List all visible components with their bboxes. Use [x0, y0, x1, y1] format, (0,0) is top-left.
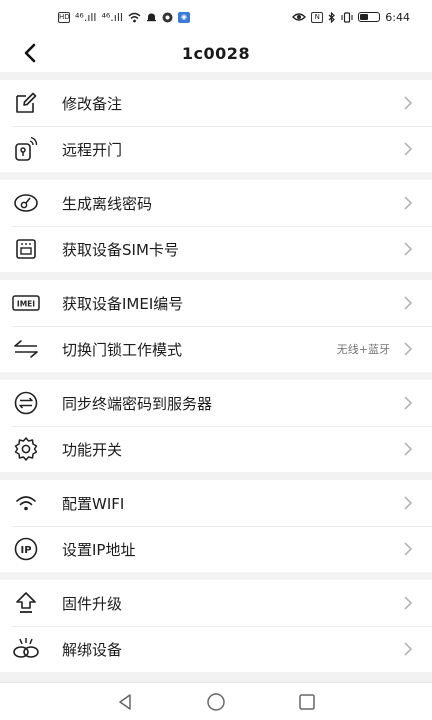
menu-item-label: 修改备注 [62, 94, 123, 113]
offline-password-item[interactable]: 生成离线密码 [0, 180, 432, 226]
chevron-right-icon [404, 96, 413, 110]
system-navigation-bar [0, 682, 432, 720]
cell-signal-1: ⁴⁶.ıll [75, 10, 97, 24]
status-bar-left: HD ⁴⁶.ıll ⁴⁶.ıll ◉ [58, 11, 190, 24]
nav-back-button[interactable] [113, 690, 137, 714]
menu-item-label: 获取设备IMEI编号 [62, 294, 184, 313]
sync-icon [12, 389, 40, 417]
chevron-right-icon [404, 396, 413, 410]
chevron-right-icon [404, 342, 413, 356]
remote-key-icon [12, 135, 40, 163]
clock: 6:44 [385, 10, 410, 24]
wifi-status-icon [128, 12, 141, 22]
svg-text:IMEI: IMEI [17, 299, 35, 308]
square-recents-icon [298, 693, 315, 710]
sim-card-icon [12, 235, 40, 263]
imei-item[interactable]: IMEI 获取设备IMEI编号 [0, 280, 432, 326]
nav-recents-button[interactable] [295, 690, 319, 714]
chevron-right-icon [404, 442, 413, 456]
chevron-right-icon [404, 242, 413, 256]
menu-group: 修改备注 远程开门 [0, 80, 432, 172]
navigation-bar: 1c0028 [0, 34, 432, 72]
bell-icon [146, 13, 156, 21]
triangle-back-icon [119, 693, 132, 710]
menu-item-label: 远程开门 [62, 140, 123, 159]
settings-list: 修改备注 远程开门 生成离线密码 获取设备SIM卡号 IMEI 获取设备IMEI… [0, 72, 432, 682]
svg-text:IP: IP [20, 545, 31, 556]
menu-group: 同步终端密码到服务器 功能开关 [0, 380, 432, 472]
sim-number-item[interactable]: 获取设备SIM卡号 [0, 226, 432, 272]
page-title: 1c0028 [181, 43, 251, 63]
current-mode-value: 无线+蓝牙 [336, 343, 390, 356]
menu-item-label: 生成离线密码 [62, 194, 153, 213]
menu-item-label: 配置WIFI [62, 494, 125, 513]
nav-home-button[interactable] [204, 690, 228, 714]
sync-password-item[interactable]: 同步终端密码到服务器 [0, 380, 432, 426]
switch-lock-mode-item[interactable]: 切换门锁工作模式 无线+蓝牙 [0, 326, 432, 372]
gear-icon [12, 435, 40, 463]
menu-group: IMEI 获取设备IMEI编号 切换门锁工作模式 无线+蓝牙 [0, 280, 432, 372]
firmware-upgrade-item[interactable]: 固件升级 [0, 580, 432, 626]
back-arrow-icon [24, 43, 36, 63]
unbind-icon [12, 635, 40, 663]
menu-group: 生成离线密码 获取设备SIM卡号 [0, 180, 432, 272]
edit-note-item[interactable]: 修改备注 [0, 80, 432, 126]
vibrate-icon [341, 11, 353, 23]
set-ip-address-item[interactable]: IP 设置IP地址 [0, 526, 432, 572]
menu-item-label: 切换门锁工作模式 [62, 340, 183, 359]
edit-note-icon [12, 89, 40, 117]
wifi-icon [12, 489, 40, 517]
circle-home-icon [207, 692, 225, 711]
chevron-right-icon [404, 296, 413, 310]
unbind-device-item[interactable]: 解绑设备 [0, 626, 432, 672]
remote-open-door-item[interactable]: 远程开门 [0, 126, 432, 172]
sim-badge-icon: HD [58, 11, 70, 23]
switch-mode-icon [12, 335, 40, 363]
menu-item-label: 解绑设备 [62, 640, 123, 659]
imei-icon: IMEI [12, 289, 40, 317]
configure-wifi-item[interactable]: 配置WIFI [0, 480, 432, 526]
app-badge-icon: ◉ [177, 11, 190, 23]
function-switch-item[interactable]: 功能开关 [0, 426, 432, 472]
chevron-right-icon [404, 596, 413, 610]
app-notification-icon [162, 12, 173, 22]
menu-item-label: 设置IP地址 [62, 540, 136, 559]
status-bar-right: N 6:44 [292, 11, 410, 24]
menu-item-label: 获取设备SIM卡号 [62, 240, 179, 259]
menu-item-label: 同步终端密码到服务器 [62, 394, 213, 413]
offline-password-icon [12, 189, 40, 217]
chevron-right-icon [404, 642, 413, 656]
menu-group: 配置WIFI IP 设置IP地址 [0, 480, 432, 572]
nfc-icon: N [311, 11, 324, 23]
menu-item-label: 功能开关 [62, 440, 123, 459]
chevron-right-icon [404, 142, 413, 156]
ip-icon: IP [12, 535, 40, 563]
menu-item-label: 固件升级 [62, 594, 123, 613]
menu-group: 固件升级 解绑设备 [0, 580, 432, 672]
battery-icon [358, 12, 381, 22]
eye-icon [292, 13, 307, 21]
chevron-right-icon [404, 196, 413, 210]
upgrade-icon [12, 589, 40, 617]
chevron-right-icon [404, 496, 413, 510]
back-button[interactable] [14, 36, 46, 70]
chevron-right-icon [404, 542, 413, 556]
cell-signal-2: ⁴⁶.ıll [101, 10, 123, 24]
bluetooth-icon [328, 11, 336, 23]
status-bar: HD ⁴⁶.ıll ⁴⁶.ıll ◉ N 6:44 [0, 0, 432, 34]
